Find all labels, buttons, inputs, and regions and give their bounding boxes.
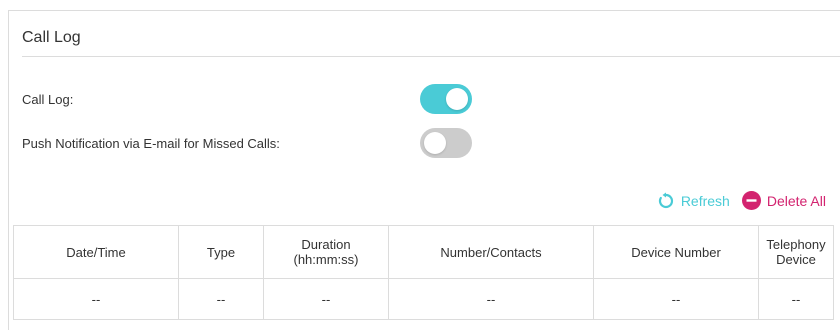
table-header-row: Date/Time Type Duration (hh:mm:ss) Number…	[13, 225, 834, 279]
delete-all-button[interactable]: Delete All	[741, 191, 826, 210]
push-notification-toggle[interactable]	[420, 128, 472, 158]
refresh-button[interactable]: Refresh	[657, 192, 730, 210]
call-log-table: Date/Time Type Duration (hh:mm:ss) Number…	[13, 225, 834, 320]
column-header-type: Type	[178, 225, 264, 279]
column-header-date-time: Date/Time	[13, 225, 179, 279]
column-header-telephony-device: Telephony Device	[758, 225, 834, 279]
refresh-label: Refresh	[680, 192, 730, 209]
column-header-device-number: Device Number	[593, 225, 759, 279]
column-header-number-contacts: Number/Contacts	[388, 225, 594, 279]
table-cell: --	[388, 278, 594, 320]
table-cell: --	[758, 278, 834, 320]
table-row: -- -- -- -- -- --	[13, 278, 834, 320]
table-cell: --	[13, 278, 179, 320]
push-notification-label: Push Notification via E-mail for Missed …	[22, 136, 280, 151]
refresh-icon	[657, 192, 675, 210]
table-actions: Refresh Delete All	[657, 191, 826, 210]
table-cell: --	[178, 278, 264, 320]
title-divider	[22, 56, 840, 57]
call-log-toggle[interactable]	[420, 84, 472, 114]
column-header-duration: Duration (hh:mm:ss)	[263, 225, 389, 279]
call-log-label: Call Log:	[22, 92, 74, 107]
toggle-knob	[424, 132, 446, 154]
table-cell: --	[263, 278, 389, 320]
minus-circle-icon	[741, 191, 761, 210]
delete-all-label: Delete All	[766, 192, 826, 209]
toggle-knob	[446, 88, 468, 110]
table-cell: --	[593, 278, 759, 320]
panel-title: Call Log	[22, 29, 81, 46]
